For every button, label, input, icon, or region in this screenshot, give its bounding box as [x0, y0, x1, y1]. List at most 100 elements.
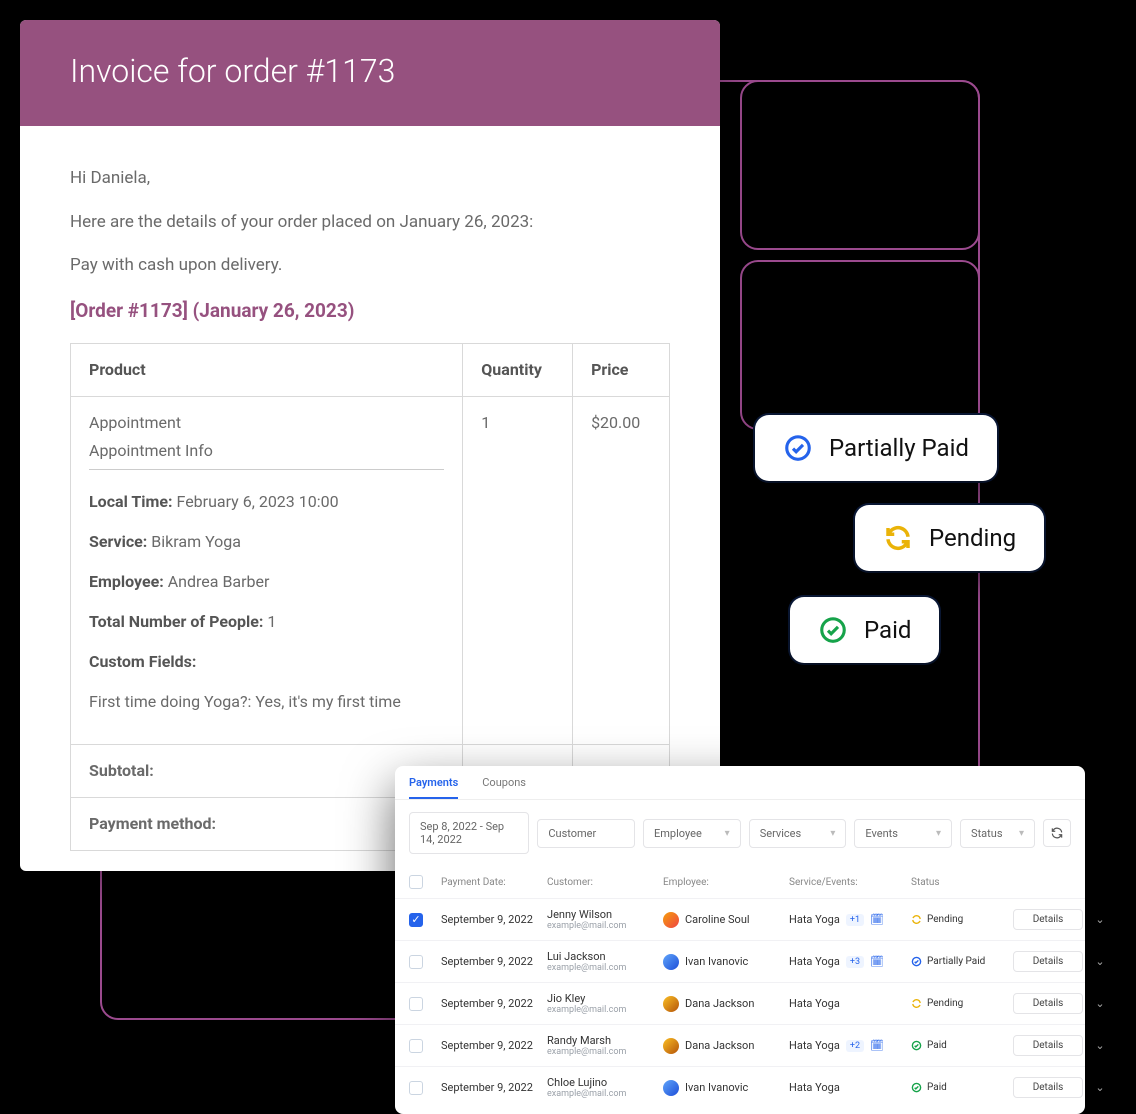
tab-payments[interactable]: Payments [409, 776, 458, 799]
cell-date: September 9, 2022 [441, 913, 541, 926]
details-button[interactable]: Details [1013, 909, 1083, 930]
details-button[interactable]: Details [1013, 993, 1083, 1014]
filter-employee[interactable]: Employee▾ [643, 819, 741, 848]
cell-status: Partially Paid [911, 956, 1007, 967]
th-employee: Employee: [663, 877, 783, 888]
details-button[interactable]: Details [1013, 951, 1083, 972]
table-row: September 9, 2022Chloe Lujinoexample@mai… [395, 1066, 1085, 1108]
chevron-down-icon: ▾ [1019, 828, 1024, 839]
calendar-icon: 🗓 [870, 1039, 884, 1052]
filters-row: Sep 8, 2022 - Sep 14, 2022 Customer Empl… [395, 800, 1085, 866]
th-quantity: Quantity [463, 344, 573, 397]
cell-price: $20.00 [573, 397, 670, 745]
table-row: September 9, 2022 Jio Kleyexample@mail.co… [395, 982, 1085, 1024]
select-all-checkbox[interactable] [409, 875, 423, 889]
people-label: Total Number of People: [89, 612, 263, 631]
cell-date: September 9, 2022 [441, 997, 541, 1010]
cell-status: Pending [911, 998, 1007, 1009]
cell-date: September 9, 2022 [441, 955, 541, 968]
filter-status[interactable]: Status ▾ [960, 819, 1035, 848]
cell-employee: Ivan Ivanovic [663, 1080, 783, 1096]
custom-fields-label: Custom Fields: [89, 652, 196, 671]
cell-customer: Jenny Wilsonexample@mail.com [547, 908, 657, 931]
table-row: ✓ September 9, 2022 Jenny Wilsonexample@ma… [395, 898, 1085, 940]
invoice-intro: Here are the details of your order place… [70, 210, 670, 236]
chevron-down-icon: ▾ [936, 828, 941, 839]
cell-status: Pending [911, 914, 1007, 925]
th-price: Price [573, 344, 670, 397]
filter-status-label: Status [971, 827, 1002, 840]
cell-product: Appointment Appointment Info Local Time:… [71, 397, 463, 745]
details-button[interactable]: Details [1013, 1035, 1083, 1056]
service-value: Bikram Yoga [151, 532, 241, 551]
local-time-value: February 6, 2023 10:00 [177, 492, 339, 511]
refresh-button[interactable] [1043, 819, 1071, 847]
divider [89, 469, 444, 470]
cell-service: Hata Yoga+2🗓 [789, 1039, 905, 1052]
pill-label: Paid [864, 616, 911, 644]
row-checkbox[interactable] [409, 997, 423, 1011]
table-header: Payment Date: Customer: Employee: Servic… [395, 866, 1085, 898]
expand-row-button[interactable]: ⌄ [1089, 913, 1111, 926]
cell-date: September 9, 2022 [441, 1081, 541, 1094]
payments-panel: Payments Coupons Sep 8, 2022 - Sep 14, 2… [395, 766, 1085, 1114]
employee-value: Andrea Barber [168, 572, 270, 591]
employee-label: Employee: [89, 572, 164, 591]
tab-coupons[interactable]: Coupons [482, 776, 526, 799]
avatar [663, 1080, 679, 1096]
invoice-body: Hi Daniela, Here are the details of your… [20, 126, 720, 871]
row-checkbox[interactable]: ✓ [409, 913, 423, 927]
product-subtitle: Appointment Info [89, 439, 444, 463]
details-button[interactable]: Details [1013, 1077, 1083, 1098]
table-row: September 9, 2022Lui Jacksonexample@mail… [395, 940, 1085, 982]
cell-date: September 9, 2022 [441, 1039, 541, 1052]
th-product: Product [71, 344, 463, 397]
cell-employee: Ivan Ivanovic [663, 954, 783, 970]
row-checkbox[interactable] [409, 1039, 423, 1053]
cell-quantity: 1 [463, 397, 573, 745]
expand-row-button[interactable]: ⌄ [1089, 955, 1111, 968]
check-circle-icon [783, 433, 813, 463]
chevron-down-icon: ▾ [830, 828, 835, 839]
expand-row-button[interactable]: ⌄ [1089, 1039, 1111, 1052]
cell-employee: Caroline Soul [663, 912, 783, 928]
cell-status: Paid [911, 1040, 1007, 1051]
status-pill-partially-paid: Partially Paid [755, 415, 997, 481]
count-badge: +3 [846, 956, 864, 968]
cell-service: Hata Yoga+3🗓 [789, 955, 905, 968]
chevron-down-icon: ▾ [725, 828, 730, 839]
pill-label: Pending [929, 524, 1016, 552]
cell-employee: Dana Jackson [663, 1038, 783, 1054]
people-value: 1 [267, 612, 276, 631]
th-date: Payment Date: [441, 877, 541, 888]
count-badge: +2 [846, 1040, 864, 1052]
filter-customer[interactable]: Customer [537, 819, 635, 848]
filter-date-range[interactable]: Sep 8, 2022 - Sep 14, 2022 [409, 812, 529, 854]
cell-customer: Jio Kleyexample@mail.com [547, 992, 657, 1015]
th-service: Service/Events: [789, 877, 905, 888]
row-checkbox[interactable] [409, 955, 423, 969]
refresh-icon [1050, 826, 1064, 840]
calendar-icon: 🗓 [870, 913, 884, 926]
th-status: Status [911, 877, 1007, 888]
expand-row-button[interactable]: ⌄ [1089, 1081, 1111, 1094]
filter-services[interactable]: Services▾ [749, 819, 847, 848]
invoice-greeting: Hi Daniela, [70, 166, 670, 192]
expand-row-button[interactable]: ⌄ [1089, 997, 1111, 1010]
cell-service: Hata Yoga [789, 1081, 905, 1094]
invoice-payment-note: Pay with cash upon delivery. [70, 253, 670, 279]
filter-events[interactable]: Events ▾ [854, 819, 952, 848]
table-row: September 9, 2022Randy Marshexample@mail… [395, 1024, 1085, 1066]
decorative-frame [740, 260, 980, 430]
invoice-title: Invoice for order #1173 [20, 20, 720, 126]
filter-events-label: Events [865, 827, 898, 840]
avatar [663, 996, 679, 1012]
calendar-icon: 🗓 [870, 955, 884, 968]
service-label: Service: [89, 532, 147, 551]
decorative-frame [740, 80, 980, 250]
cf-answer: Yes, it's my first time [255, 692, 400, 711]
row-checkbox[interactable] [409, 1081, 423, 1095]
check-circle-icon [818, 615, 848, 645]
cell-employee: Dana Jackson [663, 996, 783, 1012]
invoice-card: Invoice for order #1173 Hi Daniela, Here… [20, 20, 720, 871]
